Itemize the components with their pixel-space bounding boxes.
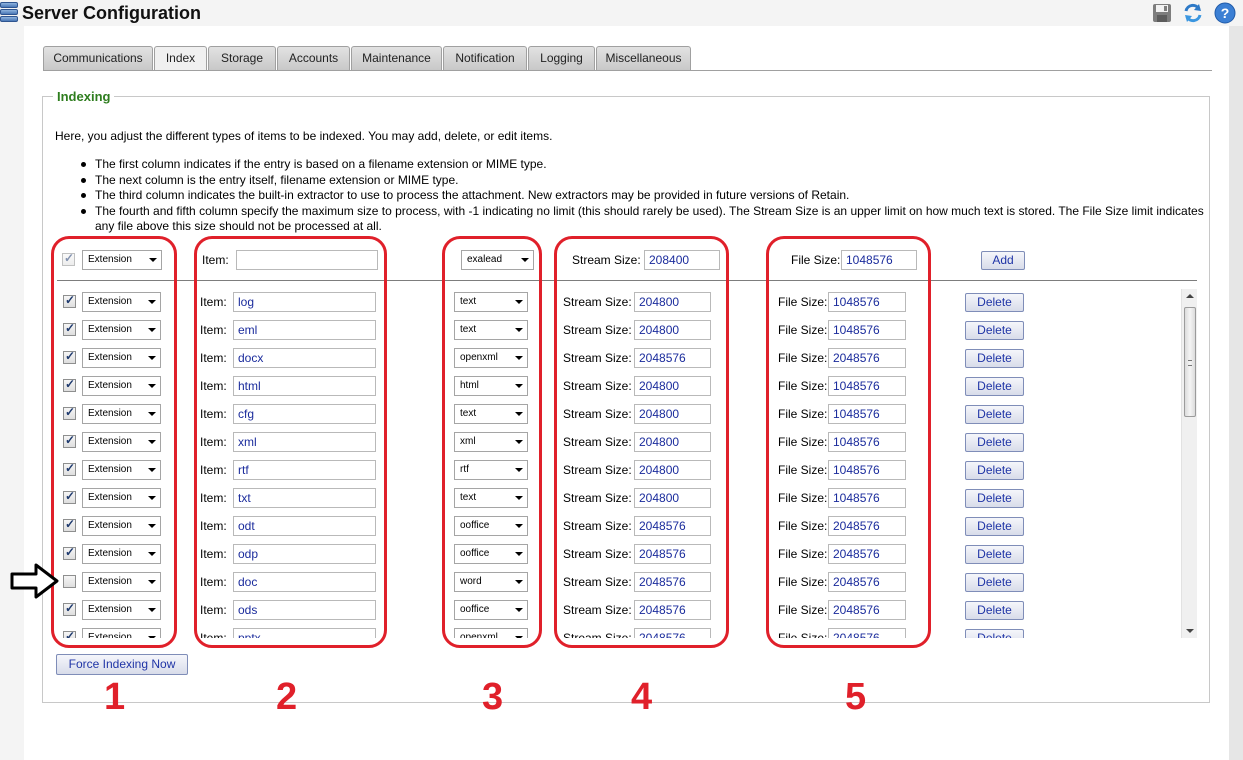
tab-notification[interactable]: Notification [443, 46, 527, 70]
help-icon[interactable]: ? [1214, 2, 1236, 24]
refresh-icon[interactable] [1182, 2, 1204, 24]
page-title: Server Configuration [22, 3, 202, 23]
annotation-box-4 [554, 236, 729, 648]
left-margin [0, 26, 24, 760]
delete-button[interactable]: Delete [965, 293, 1024, 312]
delete-button[interactable]: Delete [965, 545, 1024, 564]
svg-text:?: ? [1221, 5, 1230, 21]
delete-button[interactable]: Delete [965, 405, 1024, 424]
right-margin [1229, 26, 1243, 760]
list-item: The third column indicates the built-in … [79, 188, 1204, 204]
section-description: Here, you adjust the different types of … [55, 129, 553, 143]
delete-button[interactable]: Delete [965, 573, 1024, 592]
tab-index[interactable]: Index [154, 46, 207, 71]
section-legend: Indexing [53, 89, 115, 104]
delete-button[interactable]: Delete [965, 377, 1024, 396]
save-icon[interactable] [1151, 2, 1173, 24]
annotation-number-5: 5 [845, 676, 867, 718]
annotation-box-5 [766, 236, 931, 648]
annotation-box-3 [442, 236, 542, 648]
tab-storage[interactable]: Storage [208, 46, 276, 70]
database-icon [0, 2, 20, 24]
scrollbar[interactable] [1181, 289, 1197, 638]
annotation-number-3: 3 [482, 676, 504, 718]
annotation-box-1 [51, 236, 177, 648]
delete-button[interactable]: Delete [965, 601, 1024, 620]
scroll-up-icon[interactable] [1186, 294, 1194, 298]
list-item: The fourth and fifth column specify the … [79, 204, 1204, 235]
annotation-number-2: 2 [276, 676, 298, 718]
grip-icon [1188, 360, 1192, 366]
annotation-box-2 [194, 236, 387, 648]
annotation-number-4: 4 [631, 676, 653, 718]
help-bullets: The first column indicates if the entry … [79, 157, 1204, 235]
list-item: The next column is the entry itself, fil… [79, 173, 1204, 189]
scroll-thumb[interactable] [1184, 307, 1196, 417]
delete-button[interactable]: Delete [965, 349, 1024, 368]
tab-communications[interactable]: Communications [43, 46, 153, 70]
tab-logging[interactable]: Logging [528, 46, 595, 70]
tab-miscellaneous[interactable]: Miscellaneous [596, 46, 691, 70]
delete-button[interactable]: Delete [965, 517, 1024, 536]
tab-accounts[interactable]: Accounts [277, 46, 350, 70]
right-arrow-icon [10, 563, 59, 599]
delete-button[interactable]: Delete [965, 489, 1024, 508]
add-button[interactable]: Add [981, 251, 1025, 270]
force-indexing-button[interactable]: Force Indexing Now [56, 654, 188, 675]
delete-button[interactable]: Delete [965, 433, 1024, 452]
delete-button[interactable]: Delete [965, 629, 1024, 638]
scroll-down-icon[interactable] [1186, 629, 1194, 633]
list-item: The first column indicates if the entry … [79, 157, 1204, 173]
delete-button[interactable]: Delete [965, 321, 1024, 340]
annotation-number-1: 1 [104, 676, 126, 718]
window-header: Server Configuration ? [0, 0, 1243, 26]
tab-maintenance[interactable]: Maintenance [351, 46, 442, 70]
delete-button[interactable]: Delete [965, 461, 1024, 480]
tab-underline [43, 70, 1212, 71]
